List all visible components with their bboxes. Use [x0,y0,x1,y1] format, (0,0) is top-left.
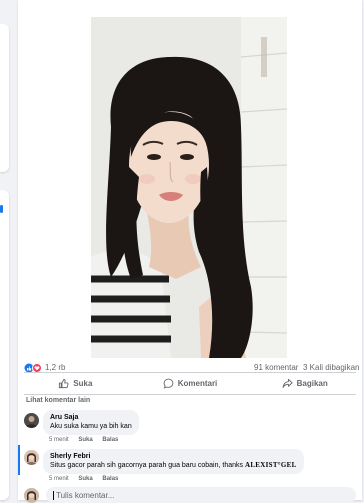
comment-button-label: Komentari [177,378,218,388]
post-photo[interactable] [91,17,287,358]
share-button[interactable]: Bagikan [247,372,362,394]
divider [24,394,356,395]
avatar[interactable] [24,450,39,465]
comment-reply-link[interactable]: Balas [102,437,118,443]
share-button-label: Bagikan [296,378,328,388]
comment-reply-link[interactable]: Balas [102,476,118,482]
current-user-avatar[interactable] [24,488,39,503]
comment-bubble: Sherly Febri Situs gacor parah sih gacor… [43,449,304,474]
comment-meta: 5 menit Suka Balas [49,437,126,443]
text-cursor [53,491,54,500]
portrait-photo-icon [91,17,287,358]
avatar[interactable] [24,413,39,428]
comment-text: Situs gacor parah sih gacornya parah gua… [50,462,244,469]
view-more-comments-link[interactable]: Lihat komentar lain [26,397,90,404]
like-button[interactable]: Suka [18,372,133,394]
share-icon [282,378,293,388]
comment-bubble: Aru Saja Aku suka kamu ya bih kan [43,410,139,435]
comment-icon [163,378,174,389]
left-column-card [0,190,9,500]
comment-time[interactable]: 5 menit [49,437,69,443]
comment-author[interactable]: Aru Saja [50,413,132,422]
comment-input[interactable]: Tulis komentar... [46,487,356,503]
post-photo-area[interactable] [18,0,362,358]
like-button-label: Suka [73,378,93,388]
comment-brand-text: ALEXIST°GEL [244,461,297,469]
left-column-card [0,24,9,172]
comment-text: Aku suka kamu ya bih kan [50,423,132,430]
comment-meta: 5 menit Suka Balas [49,476,126,482]
comment-button[interactable]: Komentari [133,372,248,394]
post-card: 1,2 rb 91 komentar 3 Kali dibagikan Suka… [18,0,362,503]
post-action-bar: Suka Komentari Bagikan [18,372,362,394]
left-column-indicator [0,205,3,213]
comment-input-placeholder: Tulis komentar... [56,491,115,500]
comment-author[interactable]: Sherly Febri [50,452,297,461]
thread-indicator [18,445,20,475]
comment-like-link[interactable]: Suka [78,476,92,482]
comment-like-link[interactable]: Suka [78,437,92,443]
comment-time[interactable]: 5 menit [49,476,69,482]
like-icon [59,378,69,388]
